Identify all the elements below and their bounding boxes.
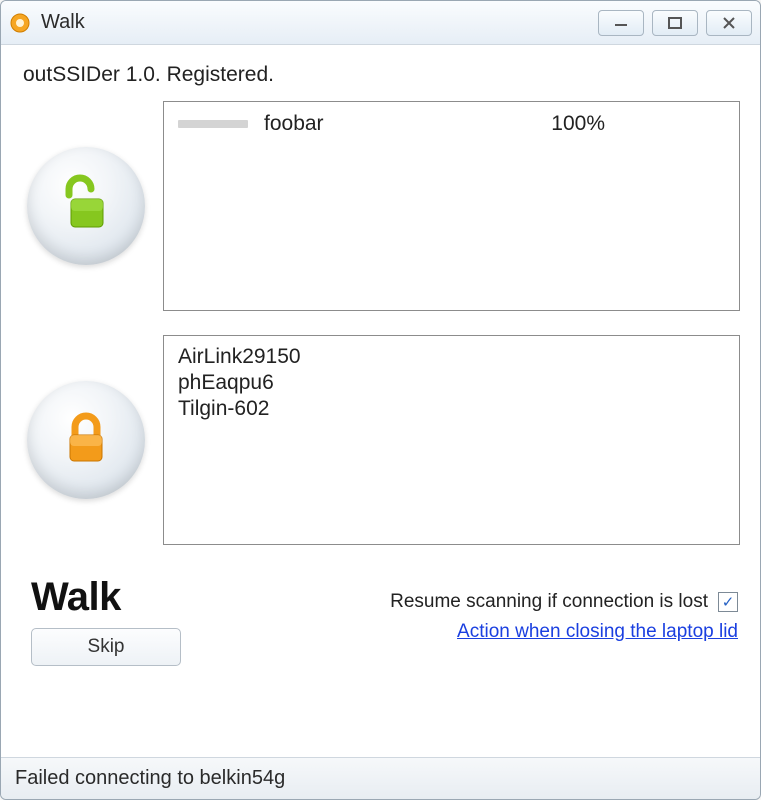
resume-label: Resume scanning if connection is lost [390,591,708,613]
unlocked-icon [55,173,117,240]
signal-bar [178,120,248,128]
maximize-button[interactable] [652,10,698,36]
resume-option: Resume scanning if connection is lost ✓ [390,591,738,613]
open-networks-row: foobar 100% [21,101,740,311]
statusbar: Failed connecting to belkin54g [1,757,760,799]
secured-networks-panel[interactable]: AirLink29150phEaqpu6Tilgin-602 [163,335,740,545]
registration-text: outSSIDer 1.0. Registered. [23,63,740,87]
options-column: Resume scanning if connection is lost ✓ … [390,575,738,643]
action-label: Walk [31,575,181,620]
lid-action-link[interactable]: Action when closing the laptop lid [457,621,738,643]
window-controls [598,10,752,36]
network-row[interactable]: foobar 100% [178,110,725,138]
secured-lock-orb [27,381,145,499]
window-title: Walk [41,11,85,34]
locked-icon [55,407,117,474]
titlebar[interactable]: Walk [1,1,760,45]
skip-button[interactable]: Skip [31,628,181,666]
resume-checkbox[interactable]: ✓ [718,592,738,612]
network-name: foobar [264,112,484,136]
secured-network-item[interactable]: Tilgin-602 [178,396,725,422]
secured-network-item[interactable]: phEaqpu6 [178,370,725,396]
app-window: Walk outSSIDer 1.0. Registered. [0,0,761,800]
open-networks-panel[interactable]: foobar 100% [163,101,740,311]
secured-networks-row: AirLink29150phEaqpu6Tilgin-602 [21,335,740,545]
skip-button-label: Skip [88,636,125,658]
status-text: Failed connecting to belkin54g [15,767,285,790]
close-button[interactable] [706,10,752,36]
minimize-button[interactable] [598,10,644,36]
client-area: outSSIDer 1.0. Registered. foobar 100% [1,45,760,757]
app-icon [9,12,31,34]
bottom-controls: Walk Skip Resume scanning if connection … [21,569,740,680]
secured-network-item[interactable]: AirLink29150 [178,344,725,370]
open-lock-orb [27,147,145,265]
signal-percent: 100% [551,112,605,136]
